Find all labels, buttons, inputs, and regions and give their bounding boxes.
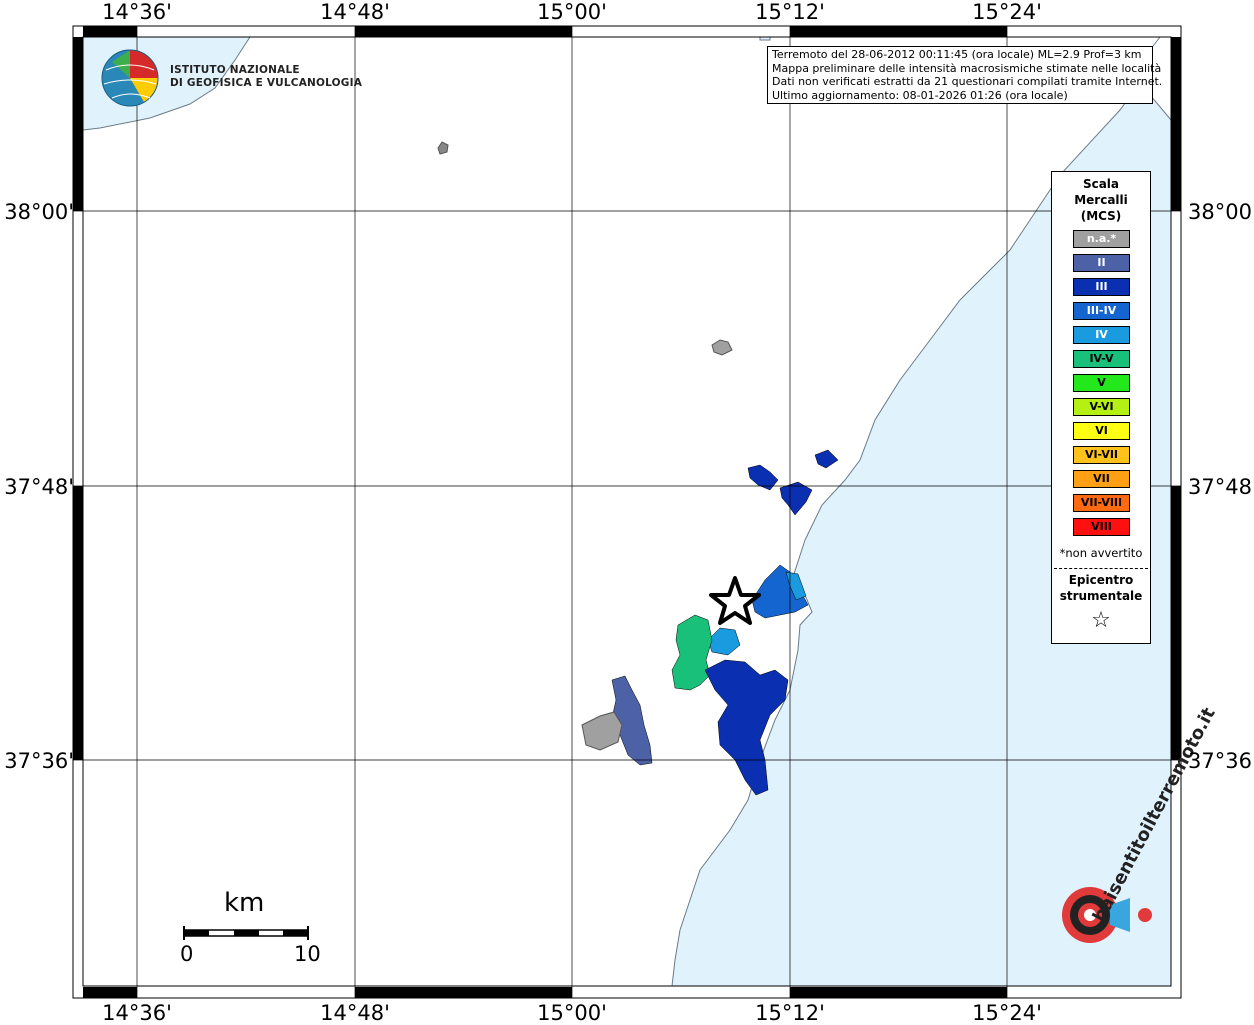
legend-title-line2: Mercalli — [1074, 193, 1128, 207]
legend-item-2: III — [1073, 278, 1130, 296]
legend-item-1: II — [1073, 254, 1130, 272]
legend-item-5: IV-V — [1073, 350, 1130, 368]
legend-item-0: n.a.* — [1073, 230, 1130, 248]
lon-tick-top-4: 15°12' — [755, 0, 825, 24]
legend-item-12: VIII — [1073, 518, 1130, 536]
lon-tick-bottom-1: 14°36' — [102, 1001, 172, 1025]
lon-tick-bottom-4: 15°12' — [755, 1001, 825, 1025]
legend-title-line1: Scala — [1082, 177, 1120, 191]
legend-epicenter-line1: Epicentro — [1068, 573, 1134, 587]
scale-unit: km — [224, 888, 265, 918]
legend-epicenter-label: Epicentro strumentale — [1052, 572, 1150, 604]
lon-tick-top-2: 14°48' — [320, 0, 390, 24]
lat-tick-left-1: 38°00' — [4, 200, 74, 224]
lon-tick-top-3: 15°00' — [537, 0, 607, 24]
event-info-line4: Ultimo aggiornamento: 08-01-2026 01:26 (… — [772, 88, 1068, 102]
lat-tick-right-1: 38°00' — [1188, 200, 1254, 224]
legend-title: Scala Mercalli (MCS) — [1052, 176, 1150, 224]
lon-tick-top-5: 15°24' — [972, 0, 1042, 24]
legend-item-3: III-IV — [1073, 302, 1130, 320]
legend-item-11: VII-VIII — [1073, 494, 1130, 512]
legend-item-4: IV — [1073, 326, 1130, 344]
lon-tick-bottom-3: 15°00' — [537, 1001, 607, 1025]
legend-item-10: VII — [1073, 470, 1130, 488]
lat-tick-left-3: 37°36' — [4, 749, 74, 773]
event-info-line3: Dati non verificati estratti da 21 quest… — [772, 75, 1163, 88]
scale-start: 0 — [180, 942, 194, 966]
star-icon: ☆ — [1091, 608, 1111, 633]
legend-item-7: V-VI — [1073, 398, 1130, 416]
legend-item-8: VI — [1073, 422, 1130, 440]
institute-name-line1: ISTITUTO NAZIONALE — [170, 64, 300, 76]
ingv-globe-logo — [101, 49, 159, 107]
institute-name-line2: DI GEOFISICA E VULCANOLOGIA — [170, 77, 363, 89]
scale-end: 10 — [294, 942, 321, 966]
legend-epicenter-line2: strumentale — [1059, 589, 1143, 603]
lon-tick-top-1: 14°36' — [102, 0, 172, 24]
lon-tick-bottom-5: 15°24' — [972, 1001, 1042, 1025]
legend-title-line3: (MCS) — [1080, 209, 1122, 223]
legend-item-9: VI-VII — [1073, 446, 1130, 464]
scale-bar-labels: km 0 10 — [180, 888, 330, 968]
legend-item-6: V — [1073, 374, 1130, 392]
lat-tick-left-2: 37°48' — [4, 475, 74, 499]
lat-tick-right-2: 37°48' — [1188, 475, 1254, 499]
event-info-line2: Mappa preliminare delle intensità macros… — [772, 61, 1162, 75]
lon-tick-bottom-2: 14°48' — [320, 1001, 390, 1025]
legend-divider — [1054, 568, 1148, 569]
legend-not-felt-note: *non avvertito — [1059, 546, 1143, 560]
mcs-legend: Scala Mercalli (MCS) n.a.* II III III-IV IV I… — [1051, 171, 1151, 644]
event-info-line1: Terremoto del 28-06-2012 00:11:45 (ora l… — [772, 48, 1142, 61]
event-info-box: Terremoto del 28-06-2012 00:11:45 (ora l… — [767, 46, 1163, 104]
institute-name: ISTITUTO NAZIONALE DI GEOFISICA E VULCAN… — [170, 64, 362, 90]
lat-tick-right-3: 37°36' — [1188, 749, 1254, 773]
